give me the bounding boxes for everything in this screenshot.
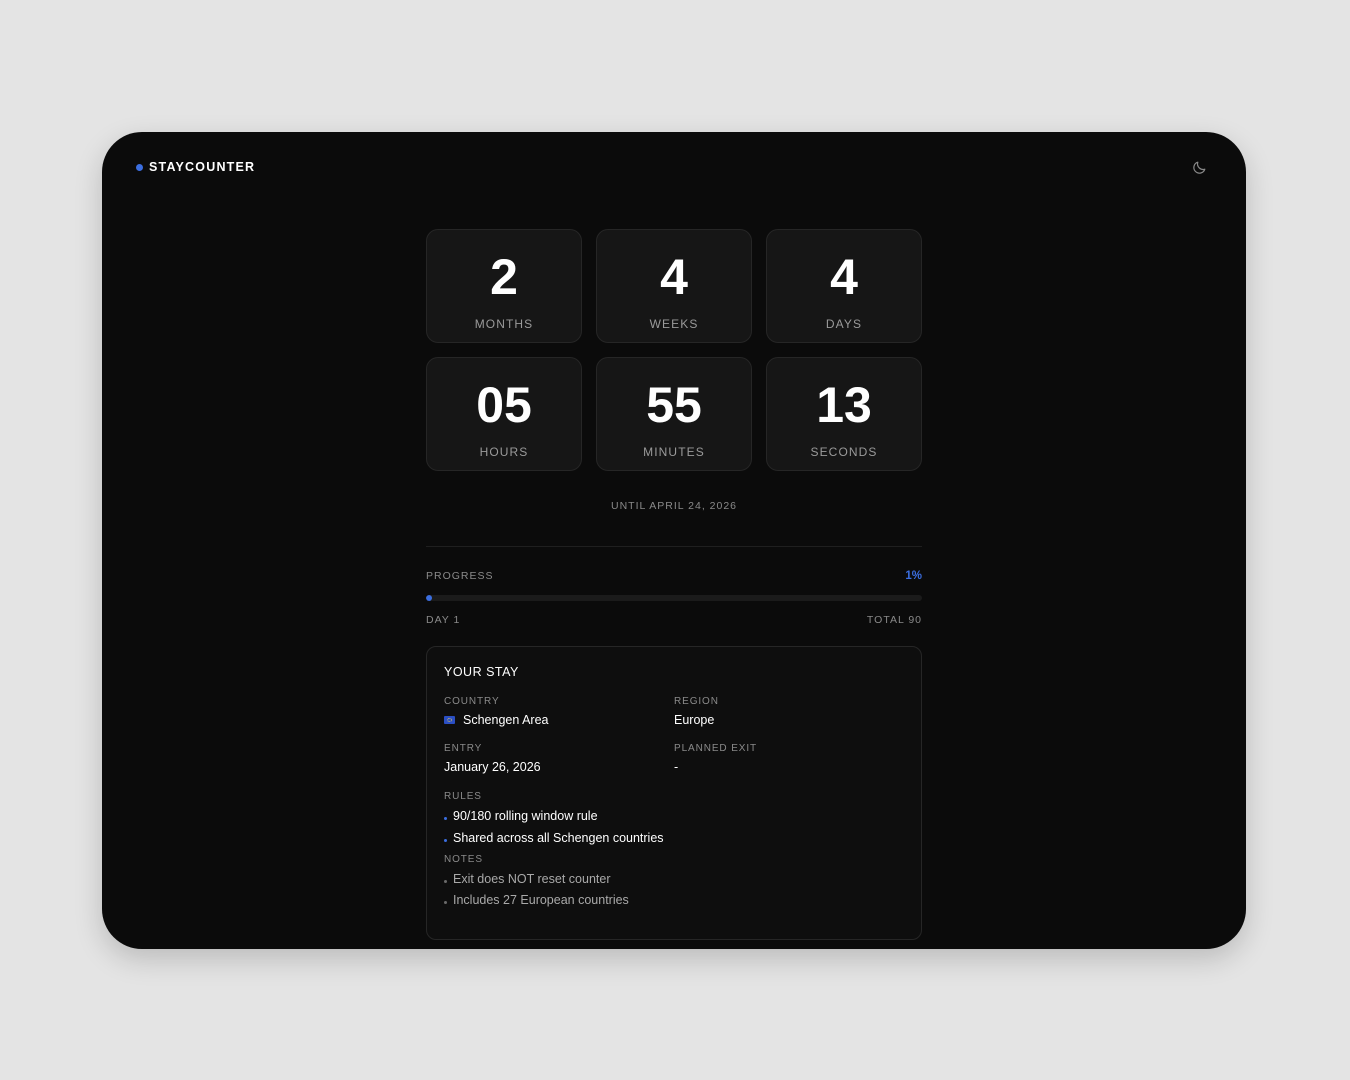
countdown-value: 2 — [490, 249, 518, 305]
countdown-tile-days: 4 DAYS — [766, 229, 922, 343]
countdown-label: WEEKS — [649, 317, 699, 331]
countdown-value: 13 — [816, 377, 872, 433]
countdown-label: MONTHS — [474, 317, 534, 331]
rule-text: 90/180 rolling window rule — [453, 809, 598, 823]
moon-icon[interactable] — [1192, 159, 1208, 175]
progress-label: PROGRESS — [426, 570, 494, 582]
region-field: REGION Europe — [674, 696, 904, 727]
countdown-grid: 2 MONTHS 4 WEEKS 4 DAYS 05 HOURS 55 MINU… — [426, 229, 922, 471]
entry-label: ENTRY — [444, 743, 483, 754]
progress-footer: DAY 1 TOTAL 90 — [426, 614, 922, 626]
progress-bar — [426, 595, 922, 601]
note-text: Exit does NOT reset counter — [453, 872, 611, 886]
countdown-tile-months: 2 MONTHS — [426, 229, 582, 343]
progress-end-label: TOTAL 90 — [866, 614, 922, 626]
countdown-label: SECONDS — [810, 445, 878, 459]
app-window: STAYCOUNTER 2 MONTHS 4 WEEKS 4 DAYS 05 H… — [102, 132, 1246, 949]
region-value: Europe — [674, 713, 715, 727]
list-item: 90/180 rolling window rule — [444, 809, 904, 823]
notes-list: Exit does NOT reset counter Includes 27 … — [444, 872, 904, 907]
entry-field: ENTRY January 26, 2026 — [444, 743, 674, 774]
list-item: Exit does NOT reset counter — [444, 872, 904, 886]
countdown-label: MINUTES — [643, 445, 705, 459]
eu-flag-icon — [444, 716, 455, 724]
countdown-label: HOURS — [479, 445, 529, 459]
countdown-tile-seconds: 13 SECONDS — [766, 357, 922, 471]
exit-label: PLANNED EXIT — [674, 743, 758, 754]
until-date: UNTIL APRIL 24, 2026 — [610, 500, 738, 512]
countdown-tile-weeks: 4 WEEKS — [596, 229, 752, 343]
bullet-icon — [444, 816, 447, 820]
rules-section: RULES 90/180 rolling window rule Shared … — [444, 791, 904, 845]
list-item: Includes 27 European countries — [444, 893, 904, 907]
bullet-icon — [444, 900, 447, 904]
divider — [426, 546, 922, 547]
stay-row-location: COUNTRY Schengen Area REGION Europe — [444, 696, 904, 727]
entry-value: January 26, 2026 — [444, 760, 541, 774]
rules-label: RULES — [444, 791, 482, 802]
note-text: Includes 27 European countries — [453, 893, 629, 907]
exit-field: PLANNED EXIT - — [674, 743, 904, 774]
rule-text: Shared across all Schengen countries — [453, 831, 664, 845]
notes-section: NOTES Exit does NOT reset counter Includ… — [444, 854, 904, 907]
dot-icon — [136, 163, 143, 171]
countdown-tile-hours: 05 HOURS — [426, 357, 582, 471]
progress-header: PROGRESS 1% — [426, 570, 922, 582]
stay-card: YOUR STAY COUNTRY Schengen Area REGION E… — [426, 646, 922, 940]
exit-value: - — [674, 760, 679, 774]
progress-fill — [426, 595, 432, 601]
main-content: 2 MONTHS 4 WEEKS 4 DAYS 05 HOURS 55 MINU… — [426, 229, 922, 940]
country-value: Schengen Area — [463, 713, 549, 727]
countdown-value: 05 — [476, 377, 532, 433]
stay-row-dates: ENTRY January 26, 2026 PLANNED EXIT - — [444, 743, 904, 774]
country-field: COUNTRY Schengen Area — [444, 696, 674, 727]
stay-title: YOUR STAY — [444, 665, 519, 679]
countdown-value: 4 — [660, 249, 688, 305]
region-label: REGION — [674, 696, 719, 707]
notes-label: NOTES — [444, 854, 483, 865]
country-label: COUNTRY — [444, 696, 500, 707]
countdown-tile-minutes: 55 MINUTES — [596, 357, 752, 471]
countdown-value: 4 — [830, 249, 858, 305]
list-item: Shared across all Schengen countries — [444, 831, 904, 845]
countdown-value: 55 — [646, 377, 702, 433]
bullet-icon — [444, 838, 447, 842]
countdown-label: DAYS — [825, 317, 863, 331]
progress-percent: 1% — [905, 570, 922, 582]
progress-start-label: DAY 1 — [426, 614, 461, 626]
brand[interactable]: STAYCOUNTER — [136, 160, 255, 174]
rules-list: 90/180 rolling window rule Shared across… — [444, 809, 904, 845]
country-value-wrap: Schengen Area — [444, 713, 674, 727]
brand-name: STAYCOUNTER — [149, 160, 256, 174]
bullet-icon — [444, 879, 447, 883]
